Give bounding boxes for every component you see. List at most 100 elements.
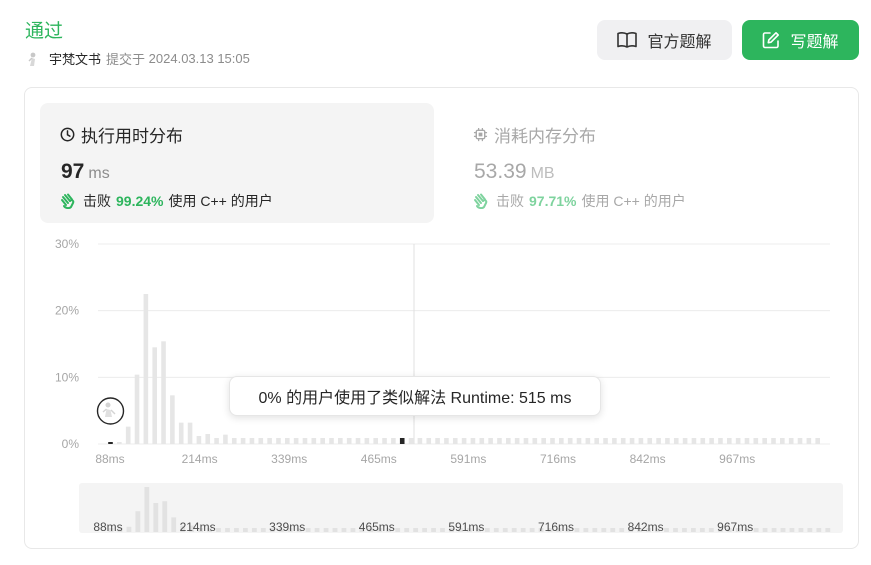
chart-bar[interactable]	[567, 438, 573, 444]
chart-bar[interactable]	[727, 438, 732, 444]
chart-bar[interactable]	[187, 422, 193, 444]
chart-bar[interactable]	[735, 438, 741, 444]
chart-bar[interactable]	[293, 438, 299, 444]
chart-bar[interactable]	[285, 438, 290, 444]
chart-bar[interactable]	[744, 438, 750, 444]
chart-bar[interactable]	[620, 438, 626, 444]
chart-bar[interactable]	[506, 438, 511, 444]
y-tick-label: 30%	[55, 237, 79, 251]
chart-bar[interactable]	[780, 438, 785, 444]
chart-bar[interactable]	[673, 438, 679, 444]
navigator-bar	[162, 501, 168, 532]
chart-bar[interactable]	[815, 438, 820, 444]
chart-bar[interactable]	[629, 438, 635, 444]
chart-bar[interactable]	[797, 438, 803, 444]
chart-bar[interactable]	[170, 395, 175, 444]
chart-bar[interactable]	[346, 438, 352, 444]
chart-bar[interactable]	[382, 438, 387, 444]
chart-bar[interactable]	[461, 438, 467, 444]
chart-bar[interactable]	[435, 438, 440, 444]
chart-bar[interactable]	[656, 438, 661, 444]
chart-bar[interactable]	[399, 438, 405, 444]
chart-bar[interactable]	[682, 438, 688, 444]
chart-bar[interactable]	[205, 434, 211, 444]
chart-bar[interactable]	[559, 438, 564, 444]
chart-bar[interactable]	[709, 438, 714, 444]
chart-bar[interactable]	[612, 438, 617, 444]
navigator-bar	[708, 528, 714, 532]
chart-bar[interactable]	[391, 438, 396, 444]
x-tick-label: 88ms	[95, 452, 124, 466]
chart-bar[interactable]	[267, 438, 272, 444]
chart-bar[interactable]	[329, 438, 334, 444]
chart-bar[interactable]	[444, 438, 449, 444]
navigator-bar	[484, 528, 490, 532]
navigator-tick-label: 88ms	[93, 520, 122, 534]
chart-bar[interactable]	[541, 438, 546, 444]
chart-bar[interactable]	[125, 426, 131, 444]
navigator-bar	[153, 503, 159, 532]
chart-bar[interactable]	[603, 438, 608, 444]
chart-bar[interactable]	[417, 438, 423, 444]
chart-bar[interactable]	[302, 438, 308, 444]
chart-bar[interactable]	[718, 438, 723, 444]
chart-bar[interactable]	[550, 438, 555, 444]
chart-bar[interactable]	[355, 438, 361, 444]
chart-bar[interactable]	[488, 438, 493, 444]
chart-bar[interactable]	[373, 438, 378, 444]
chart-bar[interactable]	[470, 438, 476, 444]
navigator-bar	[789, 528, 795, 532]
chart-bar[interactable]	[497, 438, 502, 444]
chart-bar[interactable]	[806, 438, 812, 444]
chart-bar[interactable]	[231, 438, 237, 444]
chart-bar[interactable]	[665, 438, 670, 444]
navigator-bar	[305, 528, 311, 532]
navigator-bar	[798, 528, 804, 532]
navigator-bar	[610, 528, 616, 532]
navigator-tick-label: 842ms	[628, 520, 664, 534]
chart-bar[interactable]	[258, 438, 264, 444]
chart-bar[interactable]	[214, 438, 219, 444]
chart-bar[interactable]	[311, 438, 317, 444]
chart-bar[interactable]	[143, 294, 149, 444]
chart-bar[interactable]	[452, 438, 458, 444]
chart-bar[interactable]	[426, 438, 432, 444]
chart-bar[interactable]	[134, 374, 140, 444]
chart-bar[interactable]	[249, 438, 255, 444]
chart-bar[interactable]	[576, 438, 582, 444]
chart-bar[interactable]	[276, 438, 281, 444]
navigator-bar	[144, 487, 150, 532]
chart-bar[interactable]	[108, 442, 113, 444]
chart-bar[interactable]	[178, 422, 184, 444]
navigator-bar	[619, 528, 625, 532]
chart-bar[interactable]	[240, 438, 246, 444]
chart-bar[interactable]	[161, 341, 166, 444]
navigator-bar	[323, 528, 329, 532]
chart-bar[interactable]	[320, 438, 325, 444]
chart-bar[interactable]	[638, 438, 644, 444]
chart-bar[interactable]	[762, 438, 767, 444]
chart-bar[interactable]	[408, 438, 414, 444]
chart-bar[interactable]	[585, 438, 591, 444]
chart-bar[interactable]	[523, 438, 529, 444]
chart-bar[interactable]	[788, 438, 794, 444]
navigator-bar	[691, 528, 696, 532]
chart-bar[interactable]	[514, 438, 520, 444]
chart-bar[interactable]	[152, 347, 157, 444]
chart-bar[interactable]	[771, 438, 776, 444]
navigator-bar	[225, 528, 230, 532]
chart-bar[interactable]	[647, 438, 653, 444]
chart-bar[interactable]	[117, 442, 122, 444]
chart-bar[interactable]	[223, 434, 228, 444]
chart-bar[interactable]	[691, 438, 697, 444]
runtime-distribution-chart[interactable]: 0% 10% 20% 30% 88ms 214ms 339ms 465ms 591ms 716m…	[0, 0, 871, 565]
chart-bar[interactable]	[479, 438, 485, 444]
chart-bar[interactable]	[532, 438, 538, 444]
chart-bar[interactable]	[753, 438, 759, 444]
chart-bar[interactable]	[700, 438, 706, 444]
x-tick-label: 214ms	[182, 452, 218, 466]
chart-bar[interactable]	[196, 436, 202, 444]
chart-bar[interactable]	[338, 438, 343, 444]
chart-bar[interactable]	[594, 438, 599, 444]
chart-bar[interactable]	[364, 438, 370, 444]
